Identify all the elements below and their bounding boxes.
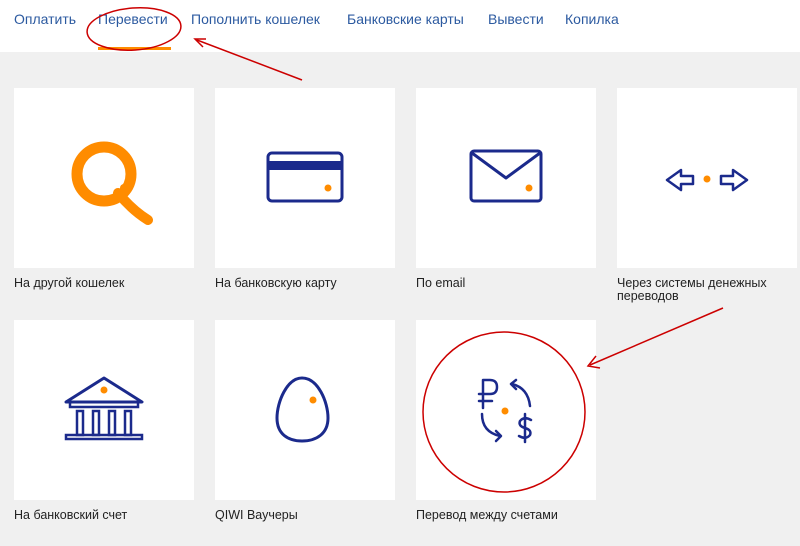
tile-email[interactable]: [416, 88, 596, 268]
tile-transfer-between-accounts[interactable]: [416, 320, 596, 500]
tile-other-wallet[interactable]: [14, 88, 194, 268]
tile-qiwi-vouchers[interactable]: [215, 320, 395, 500]
bank-card-icon: [266, 151, 344, 203]
top-navigation: Оплатить Перевести Пополнить кошелек Бан…: [0, 0, 800, 52]
transfer-arrows-icon: [665, 168, 749, 192]
bank-building-icon: [64, 376, 144, 441]
nav-item-withdraw[interactable]: Вывести: [488, 11, 544, 27]
tile-label: На другой кошелек: [14, 276, 125, 290]
tile-label: Через системы денежных переводов: [617, 276, 767, 303]
tile-label: На банковский счет: [14, 508, 128, 522]
envelope-icon: [469, 149, 543, 203]
qiwi-logo-icon: [71, 141, 153, 225]
tile-label: Перевод между счетами: [416, 508, 558, 522]
tile-money-transfer-systems[interactable]: [617, 88, 797, 268]
tile-label: На банковскую карту: [215, 276, 337, 290]
nav-item-transfer[interactable]: Перевести: [98, 11, 168, 27]
tile-label: По email: [416, 276, 466, 290]
annotation-arrow-tile: [589, 307, 724, 366]
currency-exchange-icon: [477, 378, 533, 444]
egg-voucher-icon: [275, 376, 330, 443]
nav-item-bank-cards[interactable]: Банковские карты: [347, 11, 464, 27]
nav-item-top-up-wallet[interactable]: Пополнить кошелек: [191, 11, 320, 27]
active-tab-underline: [98, 47, 171, 50]
tile-bank-account[interactable]: [14, 320, 194, 500]
tile-bank-card[interactable]: [215, 88, 395, 268]
nav-item-piggy-bank[interactable]: Копилка: [565, 11, 619, 27]
nav-item-pay[interactable]: Оплатить: [14, 11, 76, 27]
tile-label: QIWI Ваучеры: [215, 508, 298, 522]
